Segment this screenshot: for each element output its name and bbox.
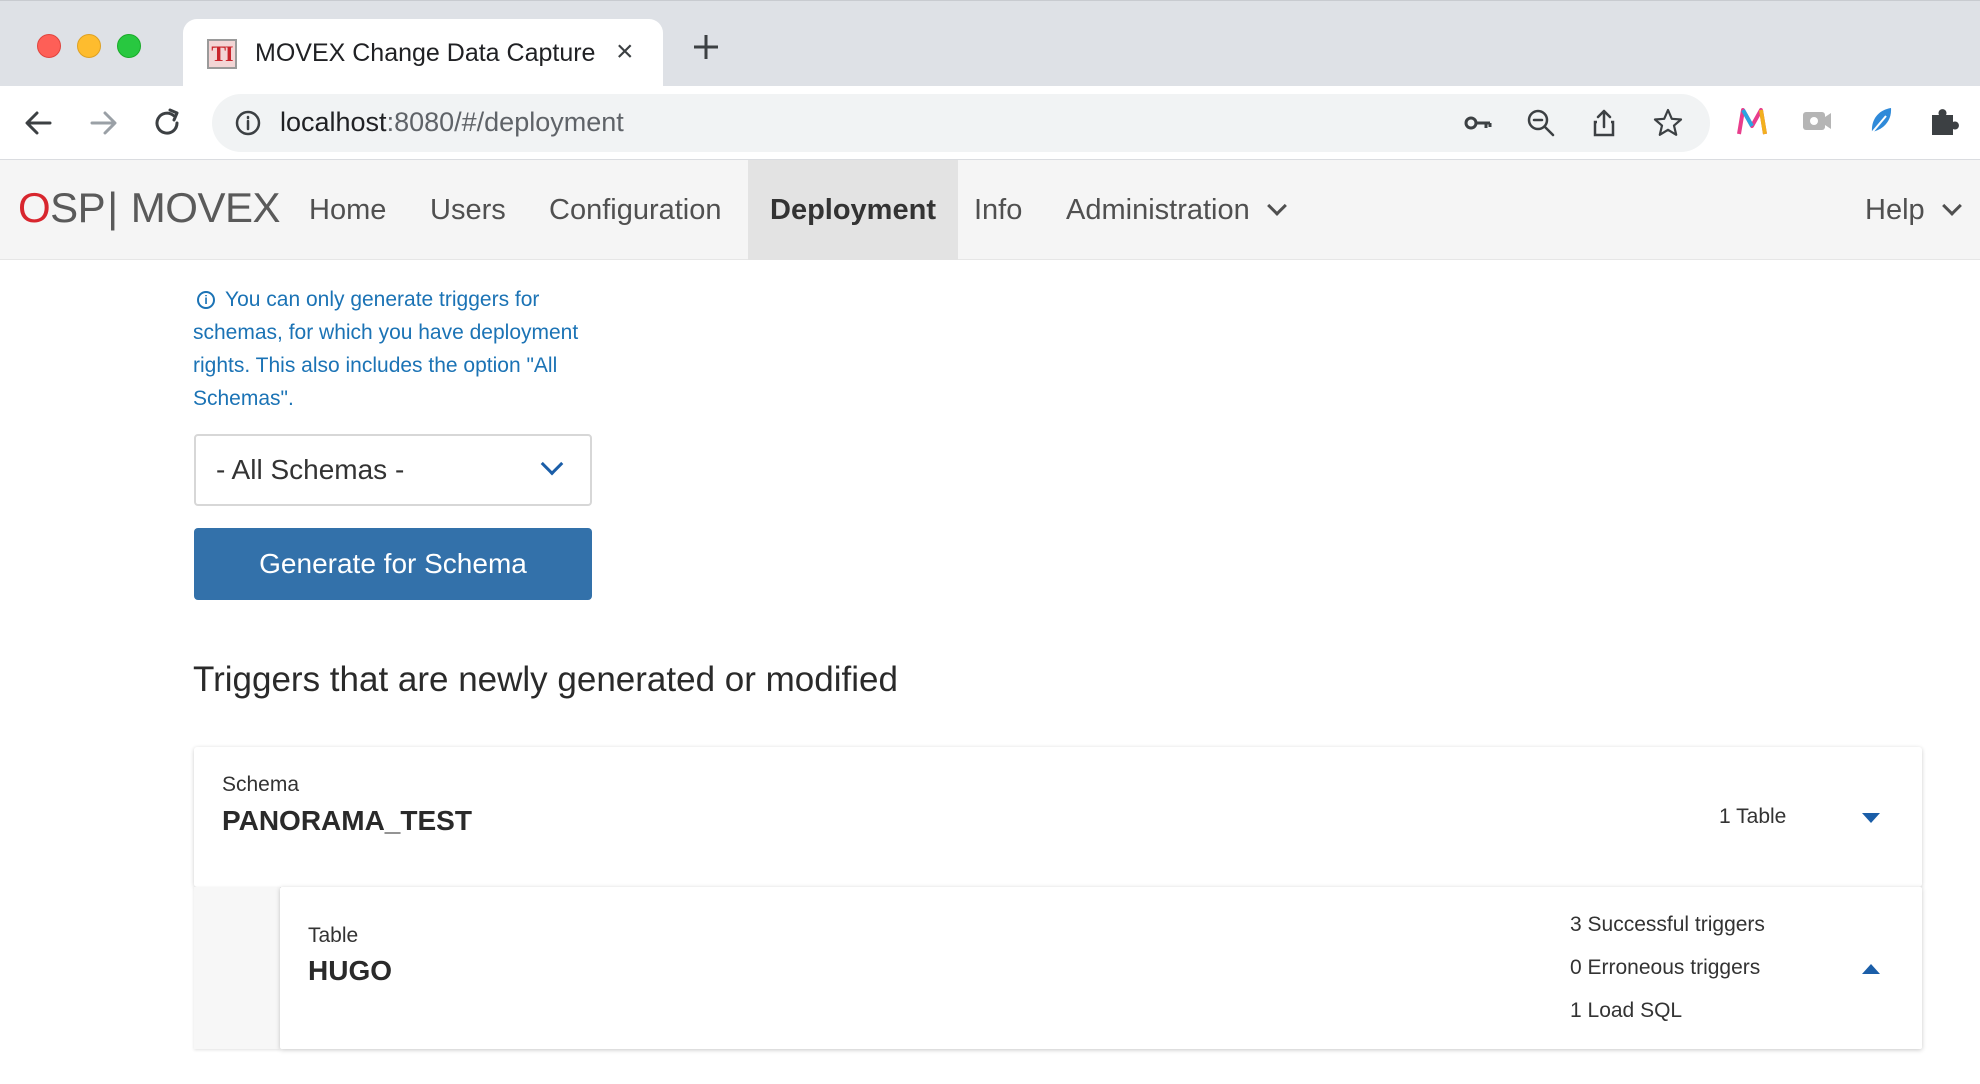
zoom-out-icon[interactable] (1525, 107, 1557, 139)
nav-help[interactable]: Help (1865, 160, 1962, 260)
forward-arrow-icon[interactable] (84, 104, 122, 142)
address-bar[interactable]: localhost:8080/#/deployment (212, 94, 1710, 152)
erroneous-triggers-count: 0 Erroneous triggers (1570, 956, 1761, 979)
url-host: localhost (280, 107, 387, 137)
movex-extension-icon[interactable] (1735, 104, 1769, 138)
load-sql-count: 1 Load SQL (1570, 999, 1683, 1022)
favicon-icon: TI (207, 39, 237, 69)
generate-for-schema-button[interactable]: Generate for Schema (194, 528, 592, 600)
new-tab-icon[interactable] (690, 31, 722, 63)
puzzle-extensions-icon[interactable] (1927, 104, 1961, 138)
successful-triggers-count: 3 Successful triggers (1570, 913, 1765, 936)
reload-icon[interactable] (148, 104, 186, 142)
schema-label: Schema (222, 773, 300, 796)
chevron-down-icon (1941, 196, 1962, 216)
expand-caret-icon[interactable] (1862, 964, 1880, 974)
table-card[interactable]: Table HUGO 3 Successful triggers 0 Erron… (280, 887, 1922, 1049)
schema-card-extension (194, 887, 280, 1049)
feather-extension-icon[interactable] (1864, 104, 1898, 138)
schema-table-count: 1 Table (1719, 805, 1787, 828)
nav-home[interactable]: Home (309, 160, 386, 260)
back-arrow-icon[interactable] (20, 104, 58, 142)
chevron-down-icon (1266, 196, 1287, 216)
close-window-button[interactable] (37, 34, 61, 58)
browser-toolbar: localhost:8080/#/deployment (0, 86, 1980, 160)
key-icon[interactable] (1462, 107, 1494, 139)
tab-close-icon[interactable]: × (616, 37, 634, 67)
schema-name: PANORAMA_TEST (222, 805, 472, 836)
osp-movex-logo[interactable]: OSP| MOVEX (18, 184, 281, 232)
url-path: :8080/#/deployment (386, 107, 624, 137)
schema-select-value: - All Schemas - (216, 454, 405, 485)
info-circle-icon: i (197, 291, 215, 309)
section-title: Triggers that are newly generated or mod… (193, 660, 898, 699)
schema-select[interactable]: - All Schemas - (194, 434, 592, 506)
nav-administration[interactable]: Administration (1066, 160, 1287, 260)
browser-tab-bar: TI MOVEX Change Data Capture × (0, 0, 1980, 89)
table-name: HUGO (308, 955, 392, 986)
nav-info[interactable]: Info (974, 160, 1022, 260)
schema-card[interactable]: Schema PANORAMA_TEST 1 Table (194, 747, 1922, 887)
star-icon[interactable] (1652, 107, 1684, 139)
deployment-rights-note: i You can only generate triggers for sche… (193, 288, 579, 410)
collapse-caret-icon[interactable] (1862, 813, 1880, 823)
nav-configuration[interactable]: Configuration (549, 160, 722, 260)
url-text[interactable]: localhost:8080/#/deployment (280, 107, 624, 138)
camera-extension-icon[interactable] (1800, 104, 1834, 138)
minimize-window-button[interactable] (77, 34, 101, 58)
tab-title: MOVEX Change Data Capture (255, 39, 596, 67)
nav-users[interactable]: Users (430, 160, 506, 260)
maximize-window-button[interactable] (117, 34, 141, 58)
app-navbar: OSP| MOVEX Home Users Configuration Depl… (0, 160, 1980, 260)
info-icon[interactable] (234, 109, 262, 137)
share-icon[interactable] (1588, 107, 1620, 139)
nav-deployment[interactable]: Deployment (748, 160, 958, 260)
chevron-down-icon (540, 452, 564, 476)
browser-tab[interactable]: TI MOVEX Change Data Capture × (183, 19, 663, 89)
table-label: Table (308, 924, 359, 947)
